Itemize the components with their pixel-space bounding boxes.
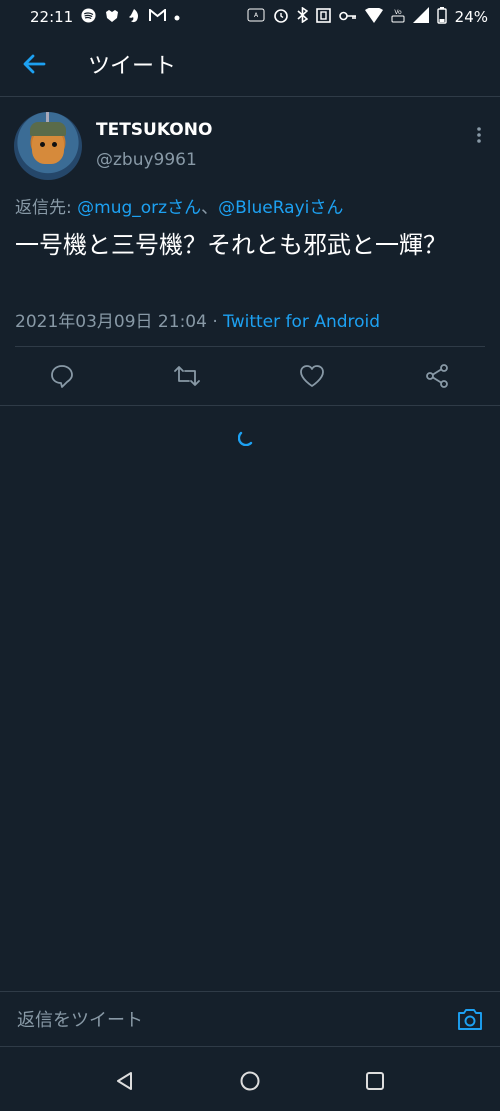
tweet-timestamp: 2021年03月09日 21:04 bbox=[15, 312, 207, 332]
battery-percent: 24% bbox=[454, 8, 488, 26]
status-time: 22:11 bbox=[30, 8, 74, 26]
mention-separator: 、 bbox=[201, 198, 219, 218]
nav-home-icon[interactable] bbox=[239, 1070, 261, 1092]
mention-link[interactable]: @BlueRayiさん bbox=[218, 198, 343, 218]
display-name[interactable]: TETSUKONO bbox=[96, 120, 212, 140]
meta-separator: · bbox=[206, 312, 224, 332]
camera-icon[interactable] bbox=[456, 1006, 484, 1032]
alarm-icon bbox=[273, 7, 289, 27]
mail-icon bbox=[149, 7, 167, 25]
reply-input[interactable] bbox=[15, 1002, 439, 1038]
page-title: ツイート bbox=[88, 54, 177, 79]
key-icon bbox=[338, 8, 357, 26]
svg-text:Vo: Vo bbox=[394, 9, 402, 16]
retweet-icon[interactable] bbox=[173, 363, 201, 389]
bluetooth-icon bbox=[297, 6, 308, 27]
top-bar: ツイート bbox=[0, 34, 500, 97]
tweet-text: 一号機と三号機？それとも邪武と一輝？ bbox=[15, 231, 447, 259]
svg-text:A: A bbox=[254, 12, 259, 19]
wifi-icon bbox=[364, 6, 383, 27]
nfc-icon bbox=[315, 7, 331, 27]
tweet-source[interactable]: Twitter for Android bbox=[223, 312, 380, 332]
tweet-actions bbox=[0, 347, 500, 406]
user-handle[interactable]: @zbuy9961 bbox=[96, 150, 197, 170]
volte-icon: Vo bbox=[391, 7, 405, 27]
reply-bar bbox=[0, 991, 500, 1047]
battery-icon bbox=[436, 6, 447, 28]
game-icon bbox=[104, 8, 120, 27]
avatar[interactable] bbox=[14, 112, 82, 180]
nav-recents-icon[interactable] bbox=[364, 1070, 386, 1092]
replying-to: 返信先: @mug_orzさん、@BlueRayiさん bbox=[15, 193, 343, 218]
dot-icon bbox=[174, 10, 180, 24]
spotify-icon bbox=[81, 8, 96, 26]
reply-icon[interactable] bbox=[49, 363, 77, 389]
hand-icon bbox=[128, 8, 141, 27]
reply-prefix: 返信先: bbox=[15, 198, 78, 218]
more-options-icon[interactable] bbox=[476, 125, 482, 145]
tweet-meta: 2021年03月09日 21:04 · Twitter for Android bbox=[15, 307, 380, 332]
signal-icon bbox=[412, 7, 429, 27]
back-arrow-icon[interactable] bbox=[20, 50, 48, 78]
navigation-bar bbox=[0, 1050, 500, 1111]
auto-icon: A bbox=[247, 8, 265, 26]
loading-spinner-icon bbox=[237, 430, 254, 447]
nav-back-icon[interactable] bbox=[114, 1070, 136, 1092]
mention-link[interactable]: @mug_orzさん bbox=[77, 198, 201, 218]
share-icon[interactable] bbox=[424, 363, 452, 389]
status-bar: 22:11 A Vo 24% bbox=[0, 0, 500, 34]
like-icon[interactable] bbox=[298, 363, 326, 389]
